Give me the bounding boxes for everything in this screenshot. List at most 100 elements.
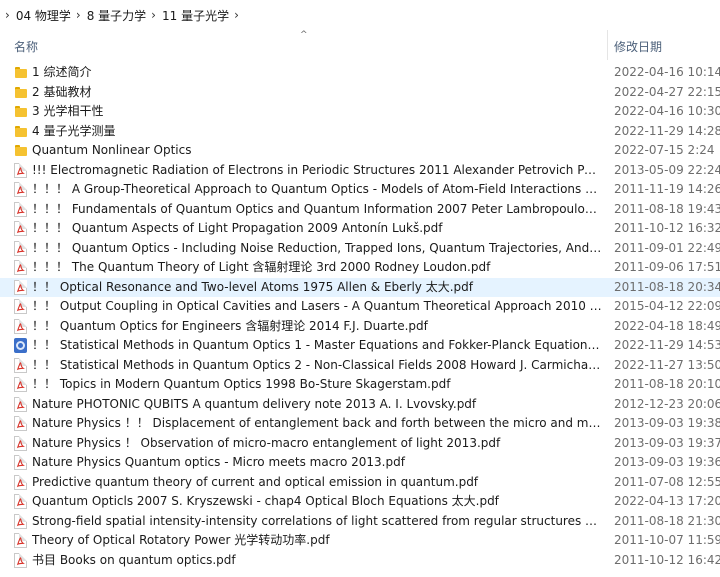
- file-date-modified: 2011-11-19 14:26: [614, 182, 720, 197]
- file-date-modified: 2011-07-08 12:55: [614, 474, 720, 489]
- file-row[interactable]: 2 基础教材 2022-04-27 22:15: [0, 83, 720, 103]
- file-date-modified: 2011-08-18 21:30: [614, 513, 720, 528]
- file-name: ！！ Optical Resonance and Two-level Atoms…: [32, 279, 473, 294]
- file-name: Nature Physics Quantum optics - Micro me…: [32, 455, 405, 470]
- file-name: ！！ Statistical Methods in Quantum Optics…: [32, 338, 602, 353]
- folder-icon: [15, 145, 27, 156]
- pdf-file-icon: [14, 377, 27, 392]
- file-date-modified: 2011-09-01 22:49: [614, 240, 720, 255]
- pdf-file-icon: [14, 396, 27, 412]
- file-date-modified: 2013-09-03 19:36: [614, 455, 720, 470]
- file-date-modified: 2013-05-09 22:24: [614, 162, 720, 177]
- pdf-file-icon: [14, 260, 27, 275]
- file-date-modified: 2013-09-03 19:37: [614, 435, 720, 450]
- file-row[interactable]: ！！！ Quantum Optics - Including Noise Red…: [0, 239, 720, 259]
- file-name: ！！！ The Quantum Theory of Light 含辐射理论 3r…: [32, 260, 491, 275]
- file-name: ！！ Output Coupling in Optical Cavities a…: [32, 299, 602, 314]
- pdf-file-icon: [14, 357, 27, 373]
- breadcrumb-chevron-icon[interactable]: ›: [76, 8, 81, 22]
- file-name: 书目 Books on quantum optics.pdf: [32, 552, 236, 567]
- file-name: Nature Physics ！！ Displacement of entang…: [32, 416, 602, 431]
- file-date-modified: 2013-09-03 19:38: [614, 416, 720, 431]
- file-name: Theory of Optical Rotatory Power 光学转动功率.…: [32, 533, 330, 548]
- pdf-file-icon: [14, 279, 27, 295]
- file-date-modified: 2011-10-12 16:32: [614, 221, 720, 236]
- pdf-file-icon: [14, 318, 27, 334]
- file-date-modified: 2011-10-12 16:42: [614, 552, 720, 567]
- file-name: ！！ Topics in Modern Quantum Optics 1998 …: [32, 377, 451, 392]
- file-row[interactable]: ！！ Quantum Optics for Engineers 含辐射理论 20…: [0, 317, 720, 337]
- file-row[interactable]: ！！ Statistical Methods in Quantum Optics…: [0, 336, 720, 356]
- file-row[interactable]: ！！！ The Quantum Theory of Light 含辐射理论 3r…: [0, 258, 720, 278]
- file-date-modified: 2022-11-29 14:53: [614, 338, 720, 353]
- file-row[interactable]: Nature Physics ！ Observation of micro-ma…: [0, 434, 720, 454]
- pdf-viewer-file-icon: [14, 338, 27, 353]
- file-row[interactable]: ！！！ A Group-Theoretical Approach to Quan…: [0, 180, 720, 200]
- file-date-modified: 2022-04-16 10:30: [614, 104, 720, 119]
- file-row[interactable]: Predictive quantum theory of current and…: [0, 473, 720, 493]
- pdf-file-icon: [14, 299, 27, 314]
- breadcrumb-chevron-icon[interactable]: ›: [5, 8, 10, 22]
- breadcrumb-chevron-icon[interactable]: ›: [151, 8, 156, 22]
- file-row[interactable]: 1 综述简介 2022-04-16 10:14: [0, 63, 720, 83]
- file-name: ！！！ Fundamentals of Quantum Optics and Q…: [32, 201, 602, 216]
- file-row[interactable]: !!! Electromagnetic Radiation of Electro…: [0, 161, 720, 181]
- file-name: 3 光学相干性: [32, 104, 104, 119]
- file-row[interactable]: ！！ Topics in Modern Quantum Optics 1998 …: [0, 375, 720, 395]
- file-row[interactable]: Quantum Opticls 2007 S. Kryszewski - cha…: [0, 492, 720, 512]
- file-name: ！！！ Quantum Optics - Including Noise Red…: [32, 240, 602, 255]
- file-name: ！！ Statistical Methods in Quantum Optics…: [32, 357, 602, 372]
- file-date-modified: 2022-04-13 17:20: [614, 494, 720, 509]
- file-date-modified: 2012-12-23 20:06: [614, 396, 720, 411]
- file-row[interactable]: ！！！ Quantum Aspects of Light Propagation…: [0, 219, 720, 239]
- file-name: Quantum Nonlinear Optics: [32, 143, 192, 158]
- file-row[interactable]: ！！！ Fundamentals of Quantum Optics and Q…: [0, 200, 720, 220]
- breadcrumb-item-quantum-optics[interactable]: 11 量子光学: [162, 7, 229, 24]
- breadcrumb-item-quantum-mechanics[interactable]: 8 量子力学: [87, 7, 146, 24]
- file-row[interactable]: Nature Physics Quantum optics - Micro me…: [0, 453, 720, 473]
- file-date-modified: 2022-11-29 14:28: [614, 123, 720, 138]
- file-date-modified: 2022-04-16 10:14: [614, 65, 720, 80]
- column-divider[interactable]: [607, 30, 608, 60]
- file-row[interactable]: Theory of Optical Rotatory Power 光学转动功率.…: [0, 531, 720, 551]
- file-row[interactable]: Nature PHOTONIC QUBITS A quantum deliver…: [0, 395, 720, 415]
- column-header-date-modified[interactable]: 修改日期: [614, 38, 662, 55]
- file-name: 2 基础教材: [32, 84, 92, 99]
- pdf-file-icon: [14, 240, 27, 256]
- folder-icon: [15, 67, 27, 78]
- pdf-file-icon: [14, 435, 27, 451]
- pdf-file-icon: [14, 221, 27, 236]
- file-row[interactable]: Quantum Nonlinear Optics 2022-07-15 2:24: [0, 141, 720, 161]
- folder-icon: [15, 86, 27, 98]
- file-row[interactable]: 4 量子光学测量 2022-11-29 14:28: [0, 122, 720, 142]
- file-date-modified: 2022-07-15 2:24: [614, 143, 715, 158]
- pdf-file-icon: [14, 201, 27, 217]
- pdf-file-icon: [14, 416, 27, 431]
- file-name: Strong-field spatial intensity-intensity…: [32, 513, 602, 528]
- breadcrumb-chevron-icon[interactable]: ›: [234, 8, 239, 22]
- pdf-file-icon: [14, 552, 27, 568]
- file-row[interactable]: ！！ Statistical Methods in Quantum Optics…: [0, 356, 720, 376]
- file-name: Predictive quantum theory of current and…: [32, 474, 479, 489]
- file-date-modified: 2011-10-07 11:59: [614, 533, 720, 548]
- pdf-file-icon: [14, 162, 27, 178]
- file-row[interactable]: ！！ Optical Resonance and Two-level Atoms…: [0, 277, 720, 297]
- file-name: ！！！ Quantum Aspects of Light Propagation…: [32, 221, 443, 236]
- file-name: ！！！ A Group-Theoretical Approach to Quan…: [32, 182, 602, 197]
- column-header-name[interactable]: 名称: [14, 38, 38, 55]
- breadcrumb-item-physics[interactable]: 04 物理学: [16, 7, 71, 24]
- file-row[interactable]: 3 光学相干性 2022-04-16 10:30: [0, 102, 720, 122]
- file-name: ！！ Quantum Optics for Engineers 含辐射理论 20…: [32, 318, 428, 333]
- file-list: 1 综述简介 2022-04-16 10:14 2 基础教材 2022-04-27 2…: [0, 63, 720, 570]
- pdf-file-icon: [14, 474, 27, 490]
- sort-ascending-icon: ^: [300, 30, 308, 40]
- file-date-modified: 2011-09-06 17:51: [614, 260, 720, 275]
- pdf-file-icon: [14, 455, 27, 470]
- file-row[interactable]: Nature Physics ！！ Displacement of entang…: [0, 414, 720, 434]
- file-date-modified: 2011-08-18 20:34: [614, 279, 720, 294]
- file-date-modified: 2022-11-27 13:50: [614, 357, 720, 372]
- file-row[interactable]: 书目 Books on quantum optics.pdf 2011-10-12…: [0, 551, 720, 571]
- file-row[interactable]: Strong-field spatial intensity-intensity…: [0, 512, 720, 532]
- file-row[interactable]: ！！ Output Coupling in Optical Cavities a…: [0, 297, 720, 317]
- folder-icon: [15, 106, 27, 117]
